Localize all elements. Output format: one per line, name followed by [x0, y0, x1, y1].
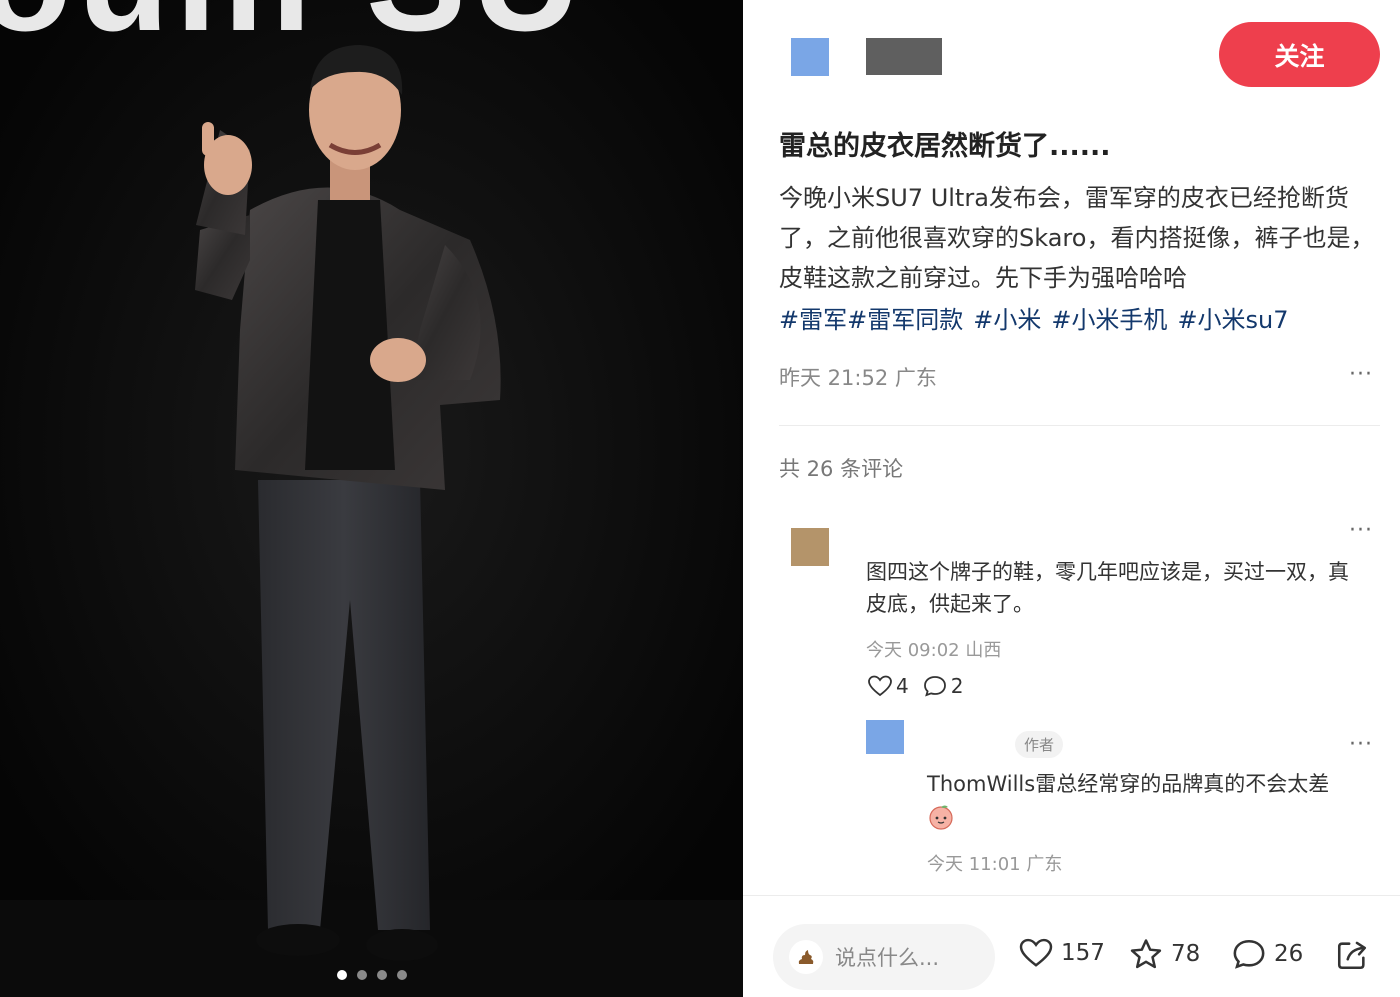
follow-button[interactable]: 关注 — [1219, 22, 1380, 87]
comment-bubble-icon — [1233, 939, 1265, 969]
reply-text: ThomWills雷总经常穿的品牌真的不会太差 — [927, 772, 1330, 796]
carousel-dot[interactable] — [336, 970, 347, 980]
reply-author-avatar[interactable] — [866, 720, 904, 754]
carousel-dot[interactable] — [376, 970, 387, 980]
heart-icon — [868, 675, 892, 697]
bottom-action-bar: 说点什么... 157 78 26 — [743, 895, 1400, 997]
hashtag-link[interactable]: #小米 — [973, 300, 1041, 340]
hashtag-link[interactable]: #小米手机 — [1051, 300, 1167, 340]
poop-emoji-icon — [789, 940, 823, 974]
comment-total-count: 26 — [1274, 941, 1304, 967]
share-icon — [1337, 941, 1367, 970]
comment-timestamp-location: 今天 09:02 山西 — [866, 640, 1002, 661]
comment-text: 图四这个牌子的鞋，零几年吧应该是，买过一双，真皮底，供起来了。 — [866, 560, 1349, 616]
favorite-button[interactable]: 78 — [1129, 938, 1200, 970]
post-detail-panel: 关注 雷总的皮衣居然断货了...... 今晚小米SU7 Ultra发布会，雷军穿… — [743, 0, 1400, 997]
author-avatar[interactable] — [791, 38, 829, 76]
comment-reply-button[interactable]: 2 — [923, 674, 964, 698]
carousel-dot[interactable] — [356, 970, 367, 980]
comment-input-placeholder: 说点什么... — [835, 946, 940, 970]
post-timestamp-location: 昨天 21:52 广东 — [779, 366, 937, 390]
hashtag-link[interactable]: #雷军 — [779, 300, 847, 340]
commenter-avatar[interactable] — [791, 528, 829, 566]
reply-timestamp-location: 今天 11:01 广东 — [927, 854, 1063, 875]
comment-actions: 4 2 — [868, 674, 963, 698]
author-badge: 作者 — [1015, 731, 1064, 758]
comment-reply-count: 2 — [950, 674, 964, 698]
post-photo: ouili SU — [0, 0, 743, 997]
star-icon — [1130, 939, 1162, 969]
comment-like-count: 4 — [896, 674, 909, 698]
post-body: 今晚小米SU7 Ultra发布会，雷军穿的皮衣已经抢断货了，之前他很喜欢穿的Sk… — [779, 184, 1375, 292]
heart-icon — [1019, 938, 1053, 967]
reply-bubble-icon — [923, 676, 946, 697]
hashtag-link[interactable]: #小米su7 — [1177, 300, 1288, 340]
post-title: 雷总的皮衣居然断货了...... — [779, 131, 1111, 162]
post-tags: #雷军 #雷军同款 #小米 #小米手机 #小米su7 — [779, 300, 1384, 340]
comment-like-button[interactable]: 4 — [868, 674, 909, 698]
more-options-icon[interactable]: ··· — [1349, 362, 1373, 387]
comment-input[interactable]: 说点什么... — [773, 924, 995, 990]
comment-more-icon[interactable]: ··· — [1349, 518, 1373, 543]
peach-emoji-icon — [929, 805, 953, 830]
like-count: 157 — [1061, 940, 1105, 966]
backdrop-text: ouili SU — [0, 0, 586, 62]
hashtag-link[interactable]: #雷军同款 — [847, 300, 963, 340]
comment-button[interactable]: 26 — [1232, 938, 1303, 970]
reply-more-icon[interactable]: ··· — [1349, 732, 1373, 757]
comment-count-label: 共 26 条评论 — [779, 457, 904, 481]
favorite-count: 78 — [1171, 941, 1201, 967]
post-header: 关注 — [743, 0, 1400, 110]
share-button[interactable] — [1335, 938, 1369, 976]
carousel-indicator — [0, 970, 743, 980]
divider — [779, 425, 1380, 426]
carousel-dot[interactable] — [396, 970, 407, 980]
like-button[interactable]: 157 — [1019, 938, 1105, 968]
post-image-carousel[interactable]: ouili SU — [0, 0, 743, 997]
author-name-redacted[interactable] — [866, 38, 942, 75]
